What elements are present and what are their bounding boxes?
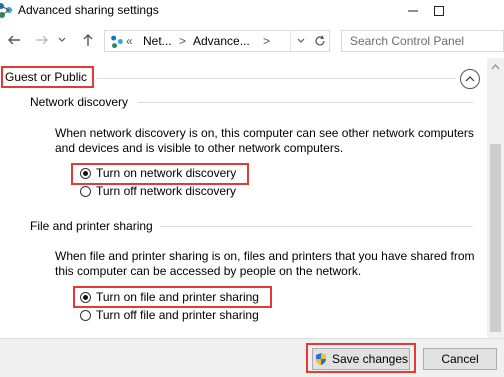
address-bar[interactable]: « Net... > Advance... > <box>104 30 330 52</box>
window-title: Advanced sharing settings <box>18 3 159 17</box>
back-arrow-icon <box>8 35 20 45</box>
scrollbar-thumb[interactable] <box>490 144 501 332</box>
settings-content: Guest or Public Network discovery When n… <box>0 58 486 338</box>
file-printer-sharing-on-radio[interactable] <box>80 292 91 303</box>
search-input[interactable]: Search Control Panel <box>341 30 504 52</box>
file-printer-sharing-off-label[interactable]: Turn off file and printer sharing <box>96 308 259 322</box>
forward-button[interactable] <box>32 30 52 50</box>
breadcrumb-advanced[interactable]: Advance... <box>193 34 250 48</box>
search-placeholder: Search Control Panel <box>350 34 465 48</box>
up-button[interactable] <box>78 30 98 50</box>
file-printer-sharing-description: When file and printer sharing is on, fil… <box>55 249 475 263</box>
cancel-label: Cancel <box>441 352 479 366</box>
title-bar: Advanced sharing settings <box>0 0 504 22</box>
up-arrow-icon <box>83 34 93 46</box>
file-printer-sharing-heading: File and printer sharing <box>30 219 153 233</box>
network-discovery-off-radio[interactable] <box>80 186 91 197</box>
address-divider <box>290 31 291 51</box>
file-printer-sharing-on-label[interactable]: Turn on file and printer sharing <box>96 290 259 304</box>
back-button[interactable] <box>4 30 24 50</box>
breadcrumb-network[interactable]: Net... <box>143 34 172 48</box>
collapse-section-button[interactable] <box>460 69 480 89</box>
save-changes-label: Save changes <box>331 352 409 366</box>
maximize-button[interactable] <box>416 0 462 22</box>
network-discovery-on-radio[interactable] <box>80 168 91 179</box>
file-printer-sharing-description: this computer can be accessed by people … <box>55 264 362 278</box>
shield-icon <box>315 353 326 365</box>
recent-chevron-icon <box>58 37 66 42</box>
refresh-icon <box>314 35 325 46</box>
file-printer-sharing-divider <box>160 226 473 227</box>
file-printer-sharing-off-radio[interactable] <box>80 310 91 321</box>
chevron-down-icon <box>297 38 305 43</box>
network-discovery-divider <box>138 102 473 103</box>
network-icon <box>0 3 12 18</box>
scroll-up-icon[interactable] <box>491 64 500 70</box>
network-icon <box>111 35 123 49</box>
refresh-button[interactable] <box>310 31 329 51</box>
network-discovery-off-label[interactable]: Turn off network discovery <box>96 184 236 198</box>
maximize-icon <box>434 6 444 16</box>
breadcrumb-separator[interactable]: > <box>179 34 186 48</box>
breadcrumb-overflow[interactable]: « <box>126 34 133 48</box>
address-dropdown-button[interactable] <box>294 31 308 51</box>
save-changes-button[interactable]: Save changes <box>312 348 410 370</box>
breadcrumb-separator[interactable]: > <box>263 34 270 48</box>
network-discovery-heading: Network discovery <box>30 95 129 109</box>
forward-arrow-icon <box>36 35 48 45</box>
network-discovery-description: When network discovery is on, this compu… <box>55 126 474 140</box>
collapse-chevron-icon <box>465 76 475 82</box>
section-divider <box>96 78 456 79</box>
network-discovery-on-label[interactable]: Turn on network discovery <box>96 166 236 180</box>
cancel-button[interactable]: Cancel <box>423 348 497 370</box>
recent-locations-button[interactable] <box>56 30 68 50</box>
section-title[interactable]: Guest or Public <box>5 70 87 84</box>
footer-bar: Save changes Cancel <box>0 338 504 377</box>
network-discovery-description: and devices and is visible to other netw… <box>55 141 344 155</box>
